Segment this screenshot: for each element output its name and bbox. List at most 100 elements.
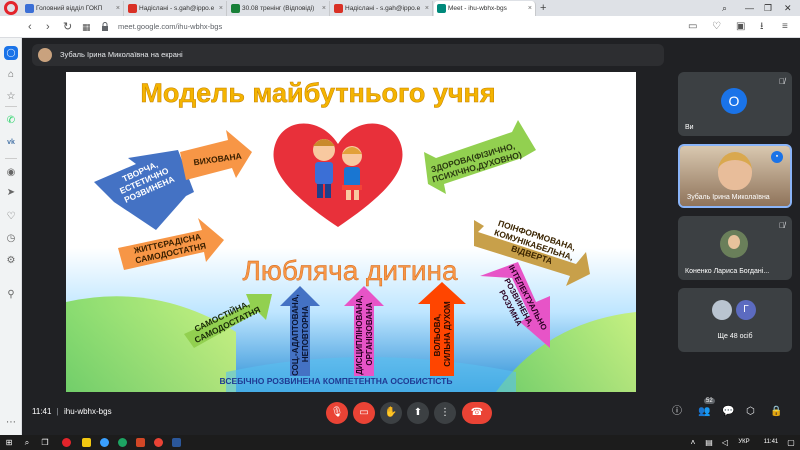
whatsapp-icon[interactable]: ✆ — [4, 114, 18, 128]
activities-icon[interactable]: ⬡ — [746, 405, 755, 419]
powerpoint-icon[interactable] — [136, 438, 145, 447]
meet-controls: 11:41 | ihu-wbhx-bgs 🎙 ▭ ✋ ⬆ ⋮ ☎ ⓘ 👥 52 … — [22, 398, 800, 426]
network-icon[interactable]: ▤ — [704, 437, 714, 448]
more-options-button[interactable]: ⋮ — [434, 402, 456, 424]
slide-footer: ВСЕБІЧНО РОЗВИНЕНА КОМПЕТЕНТНА ОСОБИСТІС… — [220, 376, 453, 386]
opera-logo-icon[interactable] — [4, 1, 18, 15]
file-explorer-icon[interactable] — [82, 438, 91, 447]
new-tab-button[interactable]: + — [540, 0, 546, 16]
lock-icon — [102, 22, 108, 31]
language-indicator[interactable]: УКР — [734, 437, 754, 448]
forward-icon[interactable]: › — [46, 20, 50, 34]
windows-taskbar: ⊞ ⌕ ❐ ˄ ▤ ◁ УКР 11:41 ▢ — [0, 435, 800, 450]
windows-start-icon[interactable]: ⊞ — [4, 437, 14, 448]
info-icon[interactable]: ⓘ — [672, 405, 682, 419]
wallet-icon[interactable]: ▣ — [736, 20, 745, 34]
doc-icon — [25, 4, 34, 13]
lock-icon[interactable]: 🔒 — [770, 405, 782, 419]
mic-off-icon: 🎙̸ — [779, 77, 785, 86]
close-icon[interactable]: × — [425, 1, 429, 16]
separator: | — [56, 407, 59, 416]
divider — [5, 158, 17, 159]
browser-tab[interactable]: Надіслані - s.gah@ippo.e × — [125, 1, 227, 16]
gmail-icon — [334, 4, 343, 13]
browser-tab[interactable]: 30.08 тренінг (Відповіді) × — [228, 1, 330, 16]
mic-off-icon: 🎙̸ — [779, 221, 785, 230]
url-field[interactable]: meet.google.com/ihu-wbhx-bgs — [118, 20, 222, 34]
browser-tab-active[interactable]: Meet - ihu-wbhx-bgs × — [434, 1, 536, 16]
raise-hand-button[interactable]: ✋ — [380, 402, 402, 424]
meeting-time: 11:41 — [32, 407, 52, 416]
heart-icon[interactable]: ♡ — [712, 20, 721, 34]
lightbulb-icon[interactable]: ⚲ — [4, 288, 18, 302]
avatar — [720, 230, 748, 258]
svg-text:ДИСЦИПЛІНОВАНА, ОРГА: ДИСЦИПЛІНОВАНА, ОРГАНІЗОВАНА — [355, 293, 374, 375]
chrome-icon[interactable] — [118, 438, 127, 447]
browser-tab[interactable]: Надіслані - s.gah@ippo.e × — [331, 1, 433, 16]
edge-icon[interactable] — [100, 438, 109, 447]
star-icon[interactable]: ☆ — [4, 90, 18, 104]
avatar — [718, 152, 752, 190]
avatar — [38, 48, 52, 62]
menu-icon[interactable]: ≡ — [782, 20, 788, 34]
heart-icon[interactable]: ♡ — [4, 210, 18, 224]
slide-center-text: Любляча дитина — [242, 255, 458, 286]
leave-call-button[interactable]: ☎ — [462, 402, 492, 424]
word-icon[interactable] — [172, 438, 181, 447]
presentation-slide[interactable]: Модель майбутнього учня Любляча дитина Т… — [66, 72, 636, 392]
participant-tile-self[interactable]: 🎙̸ О Ви — [678, 72, 792, 136]
meet-icon — [437, 4, 446, 13]
participant-tile-presenter[interactable]: ▪ Зубаль Ірина Миколаївна — [678, 144, 792, 208]
presenting-banner: Зубаль Ірина Миколаївна на екрані — [32, 44, 664, 66]
mic-toggle-button[interactable]: 🎙 — [326, 402, 348, 424]
search-tabs-icon[interactable]: ⌕ — [722, 0, 727, 16]
close-icon[interactable]: × — [116, 1, 120, 16]
history-icon[interactable]: ◷ — [4, 232, 18, 246]
gmail-icon — [128, 4, 137, 13]
volume-icon[interactable]: ◁ — [720, 437, 730, 448]
app-icon[interactable] — [154, 438, 163, 447]
avatar: Г — [736, 300, 756, 320]
participant-tile-more[interactable]: Г Ще 48 осіб — [678, 288, 792, 352]
back-icon[interactable]: ‹ — [28, 20, 32, 34]
close-window-icon[interactable]: ✕ — [784, 0, 792, 16]
camera-icon[interactable]: ▭ — [688, 20, 697, 34]
participant-tile[interactable]: 🎙̸ Коненко Лариса Богдані... — [678, 216, 792, 280]
taskbar-clock[interactable]: 11:41 — [758, 437, 784, 448]
task-view-icon[interactable]: ❐ — [40, 437, 50, 448]
close-icon[interactable]: × — [322, 1, 326, 16]
address-bar: ‹ › ↻ ▦ meet.google.com/ihu-wbhx-bgs ▭ ♡… — [0, 16, 800, 38]
notifications-icon[interactable]: ▢ — [786, 437, 796, 448]
people-icon[interactable]: 👥 — [698, 405, 710, 419]
browser-tab[interactable]: Головний відділ ГОКП × — [22, 1, 124, 16]
search-icon[interactable]: ⌕ — [22, 437, 32, 448]
meeting-code: ihu-wbhx-bgs — [63, 407, 112, 416]
restore-icon[interactable]: ❐ — [764, 0, 772, 16]
opera-sidebar: ◯ ⌂ ☆ ✆ vk ◉ ➤ ♡ ◷ ⚙ ⚲ ⋯ — [0, 38, 22, 435]
camera-toggle-button[interactable]: ▭ — [353, 402, 375, 424]
speed-dial-icon[interactable]: ▦ — [82, 20, 91, 34]
chat-icon[interactable]: 💬 — [722, 405, 734, 419]
messenger-icon[interactable]: ◯ — [4, 46, 18, 60]
download-icon[interactable]: ⭳ — [760, 20, 764, 34]
player-icon[interactable]: ◉ — [4, 166, 18, 180]
vk-icon[interactable]: vk — [4, 136, 18, 150]
settings-icon[interactable]: ⚙ — [4, 254, 18, 268]
tray-arrow-icon[interactable]: ˄ — [688, 437, 698, 448]
close-icon[interactable]: × — [528, 1, 532, 16]
slide-title: Модель майбутнього учня — [140, 78, 495, 108]
speaking-icon: ▪ — [771, 151, 783, 163]
home-icon[interactable]: ⌂ — [4, 68, 18, 82]
reload-icon[interactable]: ↻ — [63, 20, 72, 34]
sheets-icon — [231, 4, 240, 13]
send-icon[interactable]: ➤ — [4, 186, 18, 200]
more-icon[interactable]: ⋯ — [4, 416, 18, 430]
minimize-icon[interactable]: — — [745, 0, 754, 16]
opera-taskbar-icon[interactable] — [62, 438, 71, 447]
avatar — [712, 300, 732, 320]
avatar: О — [721, 88, 747, 114]
present-button[interactable]: ⬆ — [407, 402, 429, 424]
people-count-badge: 52 — [704, 398, 715, 404]
close-icon[interactable]: × — [219, 1, 223, 16]
screen: Головний відділ ГОКП × Надіслані - s.gah… — [0, 0, 800, 450]
